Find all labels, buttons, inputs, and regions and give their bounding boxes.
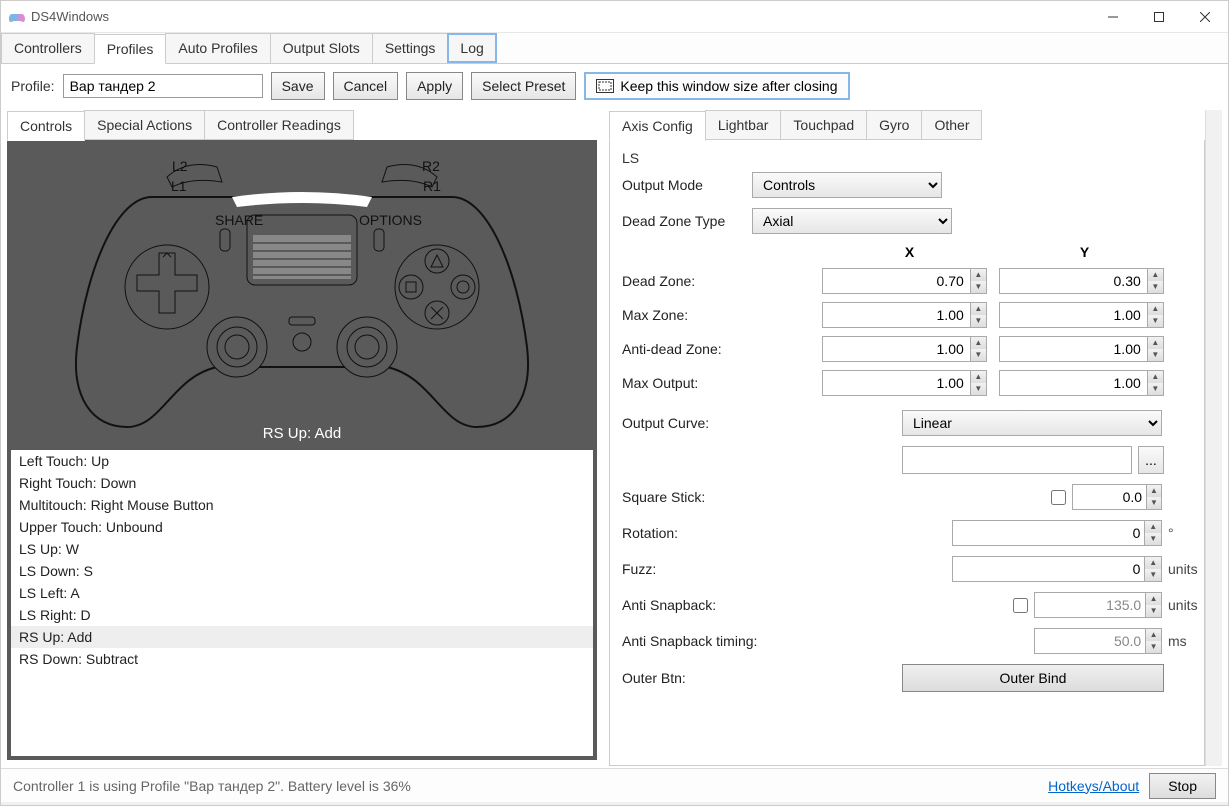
controller-diagram[interactable]: L2 L1 R2 R1 SHARE OPTIONS: [11, 144, 593, 450]
column-y: Y: [997, 244, 1172, 260]
anti-dead-label: Anti-dead Zone:: [622, 341, 822, 357]
status-text: Controller 1 is using Profile "Вар танде…: [13, 778, 1048, 794]
output-curve-browse[interactable]: ...: [1138, 446, 1164, 474]
max-zone-label: Max Zone:: [622, 307, 822, 323]
anti-snapback-timing-label: Anti Snapback timing:: [622, 633, 902, 649]
output-curve-select[interactable]: Linear: [902, 410, 1162, 436]
anti-snapback-value[interactable]: ▲▼: [1034, 592, 1162, 618]
keep-window-size-toggle[interactable]: Keep this window size after closing: [584, 72, 849, 100]
fuzz-label: Fuzz:: [622, 561, 902, 577]
mapping-row[interactable]: LS Up: W: [11, 538, 593, 560]
mapping-row[interactable]: LS Right: D: [11, 604, 593, 626]
profile-toolbar: Profile: Save Cancel Apply Select Preset…: [1, 64, 1228, 108]
apply-button[interactable]: Apply: [406, 72, 463, 100]
max-zone-x[interactable]: ▲▼: [822, 302, 987, 328]
square-stick-value[interactable]: ▲▼: [1072, 484, 1162, 510]
tab-special-actions[interactable]: Special Actions: [84, 110, 205, 140]
maximize-button[interactable]: [1136, 1, 1182, 33]
mapping-row[interactable]: Multitouch: Right Mouse Button: [11, 494, 593, 516]
mapping-hint: RS Up: Add: [263, 425, 341, 442]
svg-text:L2: L2: [172, 158, 188, 174]
square-stick-label: Square Stick:: [622, 489, 902, 505]
tab-touchpad[interactable]: Touchpad: [780, 110, 867, 140]
cancel-button[interactable]: Cancel: [333, 72, 399, 100]
square-stick-check[interactable]: [1051, 490, 1066, 505]
dead-zone-x[interactable]: ▲▼: [822, 268, 987, 294]
tab-log[interactable]: Log: [447, 33, 496, 63]
stop-button[interactable]: Stop: [1149, 773, 1216, 799]
mappings-list[interactable]: Left Touch: UpRight Touch: DownMultitouc…: [11, 450, 593, 756]
tab-output-slots[interactable]: Output Slots: [270, 33, 373, 63]
group-ls: LS: [622, 150, 1204, 166]
rotation-label: Rotation:: [622, 525, 902, 541]
tab-controls[interactable]: Controls: [7, 111, 85, 141]
max-output-x[interactable]: ▲▼: [822, 370, 987, 396]
anti-snapback-timing-unit: ms: [1168, 633, 1200, 649]
svg-text:L1: L1: [171, 178, 187, 194]
left-sub-tabs: Controls Special Actions Controller Read…: [7, 110, 597, 140]
anti-snapback-label: Anti Snapback:: [622, 597, 902, 613]
mapping-row[interactable]: LS Down: S: [11, 560, 593, 582]
tab-controllers[interactable]: Controllers: [1, 33, 95, 63]
tab-profiles[interactable]: Profiles: [94, 34, 167, 64]
mapping-row[interactable]: RS Down: Subtract: [11, 648, 593, 670]
column-x: X: [822, 244, 997, 260]
anti-snapback-check[interactable]: [1013, 598, 1028, 613]
mapping-row[interactable]: Right Touch: Down: [11, 472, 593, 494]
profile-label: Profile:: [11, 78, 55, 94]
status-bar: Controller 1 is using Profile "Вар танде…: [1, 768, 1228, 802]
main-tab-bar: Controllers Profiles Auto Profiles Outpu…: [1, 33, 1228, 64]
svg-text:OPTIONS: OPTIONS: [359, 212, 422, 228]
dead-zone-type-label: Dead Zone Type: [622, 213, 752, 229]
mapping-row[interactable]: Upper Touch: Unbound: [11, 516, 593, 538]
tab-gyro[interactable]: Gyro: [866, 110, 922, 140]
keep-window-label: Keep this window size after closing: [620, 78, 837, 94]
dead-zone-type-select[interactable]: Axial: [752, 208, 952, 234]
tab-axis-config[interactable]: Axis Config: [609, 111, 706, 141]
window-title: DS4Windows: [31, 9, 1090, 24]
close-button[interactable]: [1182, 1, 1228, 33]
outer-bind-button[interactable]: Outer Bind: [902, 664, 1164, 692]
fuzz-value[interactable]: ▲▼: [952, 556, 1162, 582]
app-icon: [9, 9, 25, 25]
tab-other[interactable]: Other: [921, 110, 982, 140]
tab-settings[interactable]: Settings: [372, 33, 449, 63]
rotation-value[interactable]: ▲▼: [952, 520, 1162, 546]
anti-snapback-timing-value[interactable]: ▲▼: [1034, 628, 1162, 654]
tab-lightbar[interactable]: Lightbar: [705, 110, 782, 140]
output-curve-label: Output Curve:: [622, 415, 902, 431]
minimize-button[interactable]: [1090, 1, 1136, 33]
axis-config-panel: LS Output Mode Controls Dead Zone Type A…: [609, 140, 1205, 766]
svg-text:R2: R2: [422, 158, 440, 174]
output-mode-select[interactable]: Controls: [752, 172, 942, 198]
max-output-label: Max Output:: [622, 375, 822, 391]
mapping-row[interactable]: RS Up: Add: [11, 626, 593, 648]
rotation-unit: °: [1168, 525, 1200, 541]
title-bar: DS4Windows: [1, 1, 1228, 33]
save-button[interactable]: Save: [271, 72, 325, 100]
max-zone-y[interactable]: ▲▼: [999, 302, 1164, 328]
fuzz-unit: units: [1168, 561, 1200, 577]
output-mode-label: Output Mode: [622, 177, 752, 193]
dead-zone-label: Dead Zone:: [622, 273, 822, 289]
mapping-row[interactable]: Left Touch: Up: [11, 450, 593, 472]
anti-snapback-unit: units: [1168, 597, 1200, 613]
hotkeys-link[interactable]: Hotkeys/About: [1048, 778, 1139, 794]
svg-text:R1: R1: [423, 178, 441, 194]
right-sub-tabs: Axis Config Lightbar Touchpad Gyro Other: [609, 110, 1205, 140]
dead-zone-y[interactable]: ▲▼: [999, 268, 1164, 294]
output-curve-custom[interactable]: [902, 446, 1132, 474]
outer-btn-label: Outer Btn:: [622, 670, 902, 686]
select-preset-button[interactable]: Select Preset: [471, 72, 576, 100]
anti-dead-x[interactable]: ▲▼: [822, 336, 987, 362]
profile-name-input[interactable]: [63, 74, 263, 98]
svg-text:SHARE: SHARE: [215, 212, 263, 228]
anti-dead-y[interactable]: ▲▼: [999, 336, 1164, 362]
window-size-icon: [596, 79, 614, 93]
right-scrollbar[interactable]: [1205, 110, 1222, 766]
mapping-row[interactable]: LS Left: A: [11, 582, 593, 604]
max-output-y[interactable]: ▲▼: [999, 370, 1164, 396]
tab-controller-readings[interactable]: Controller Readings: [204, 110, 354, 140]
tab-auto-profiles[interactable]: Auto Profiles: [165, 33, 270, 63]
